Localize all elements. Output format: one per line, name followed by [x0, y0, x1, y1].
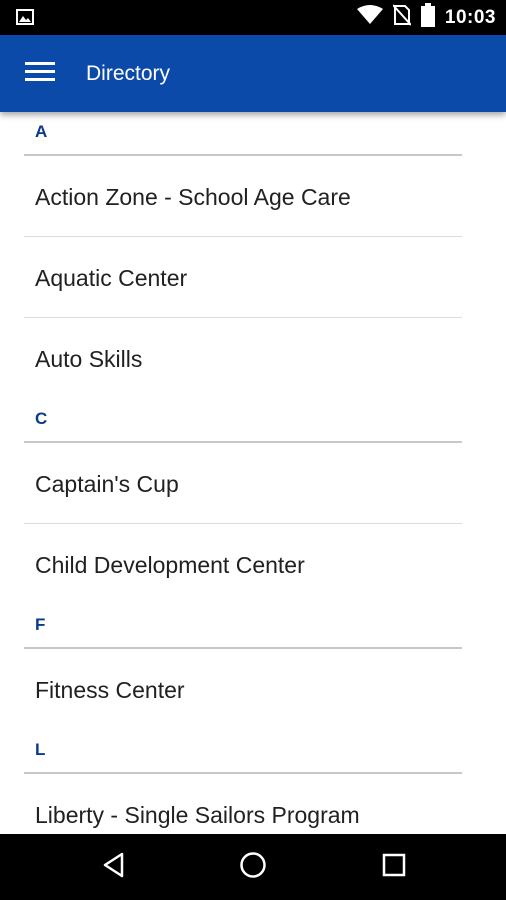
list-item-label: Captain's Cup [35, 471, 179, 497]
section-header-f: F [24, 605, 462, 649]
app-bar: Directory [0, 35, 506, 112]
list-item-label: Action Zone - School Age Care [35, 184, 351, 210]
list-item-label: Aquatic Center [35, 265, 188, 291]
list-item-label: Auto Skills [35, 346, 143, 372]
section-header-l: L [24, 730, 462, 774]
list-item-liberty[interactable]: Liberty - Single Sailors Program [24, 774, 462, 834]
list-item-child-development-center[interactable]: Child Development Center [24, 524, 462, 605]
section-letter: F [35, 615, 46, 634]
clock-time: 10:03 [444, 6, 496, 28]
home-button[interactable] [225, 845, 281, 889]
recents-icon [382, 853, 406, 882]
list-item-fitness-center[interactable]: Fitness Center [24, 649, 462, 730]
list-item-auto-skills[interactable]: Auto Skills [24, 318, 462, 399]
back-button[interactable] [86, 845, 142, 889]
battery-icon [420, 3, 435, 32]
no-sim-icon [392, 4, 412, 31]
directory-list[interactable]: A Action Zone - School Age Care Aquatic … [0, 112, 506, 834]
section-letter: C [35, 409, 48, 428]
list-item-captains-cup[interactable]: Captain's Cup [24, 443, 462, 524]
navigation-bar [0, 834, 506, 900]
home-icon [239, 851, 267, 884]
list-item-aquatic-center[interactable]: Aquatic Center [24, 237, 462, 318]
page-title: Directory [86, 62, 171, 85]
image-notification-icon [16, 9, 34, 30]
recents-button[interactable] [366, 845, 422, 889]
list-item-label: Fitness Center [35, 677, 185, 703]
section-header-a: A [24, 112, 462, 156]
wifi-icon [356, 5, 383, 30]
section-letter: A [35, 122, 48, 141]
list-item-action-zone[interactable]: Action Zone - School Age Care [24, 156, 462, 237]
section-letter: L [35, 740, 46, 759]
back-icon [102, 852, 126, 883]
hamburger-menu-icon [25, 61, 55, 87]
menu-button[interactable] [14, 53, 66, 95]
list-item-label: Child Development Center [35, 552, 305, 578]
list-item-label: Liberty - Single Sailors Program [35, 802, 360, 828]
section-header-c: C [24, 399, 462, 443]
status-bar: 10:03 [0, 0, 506, 35]
